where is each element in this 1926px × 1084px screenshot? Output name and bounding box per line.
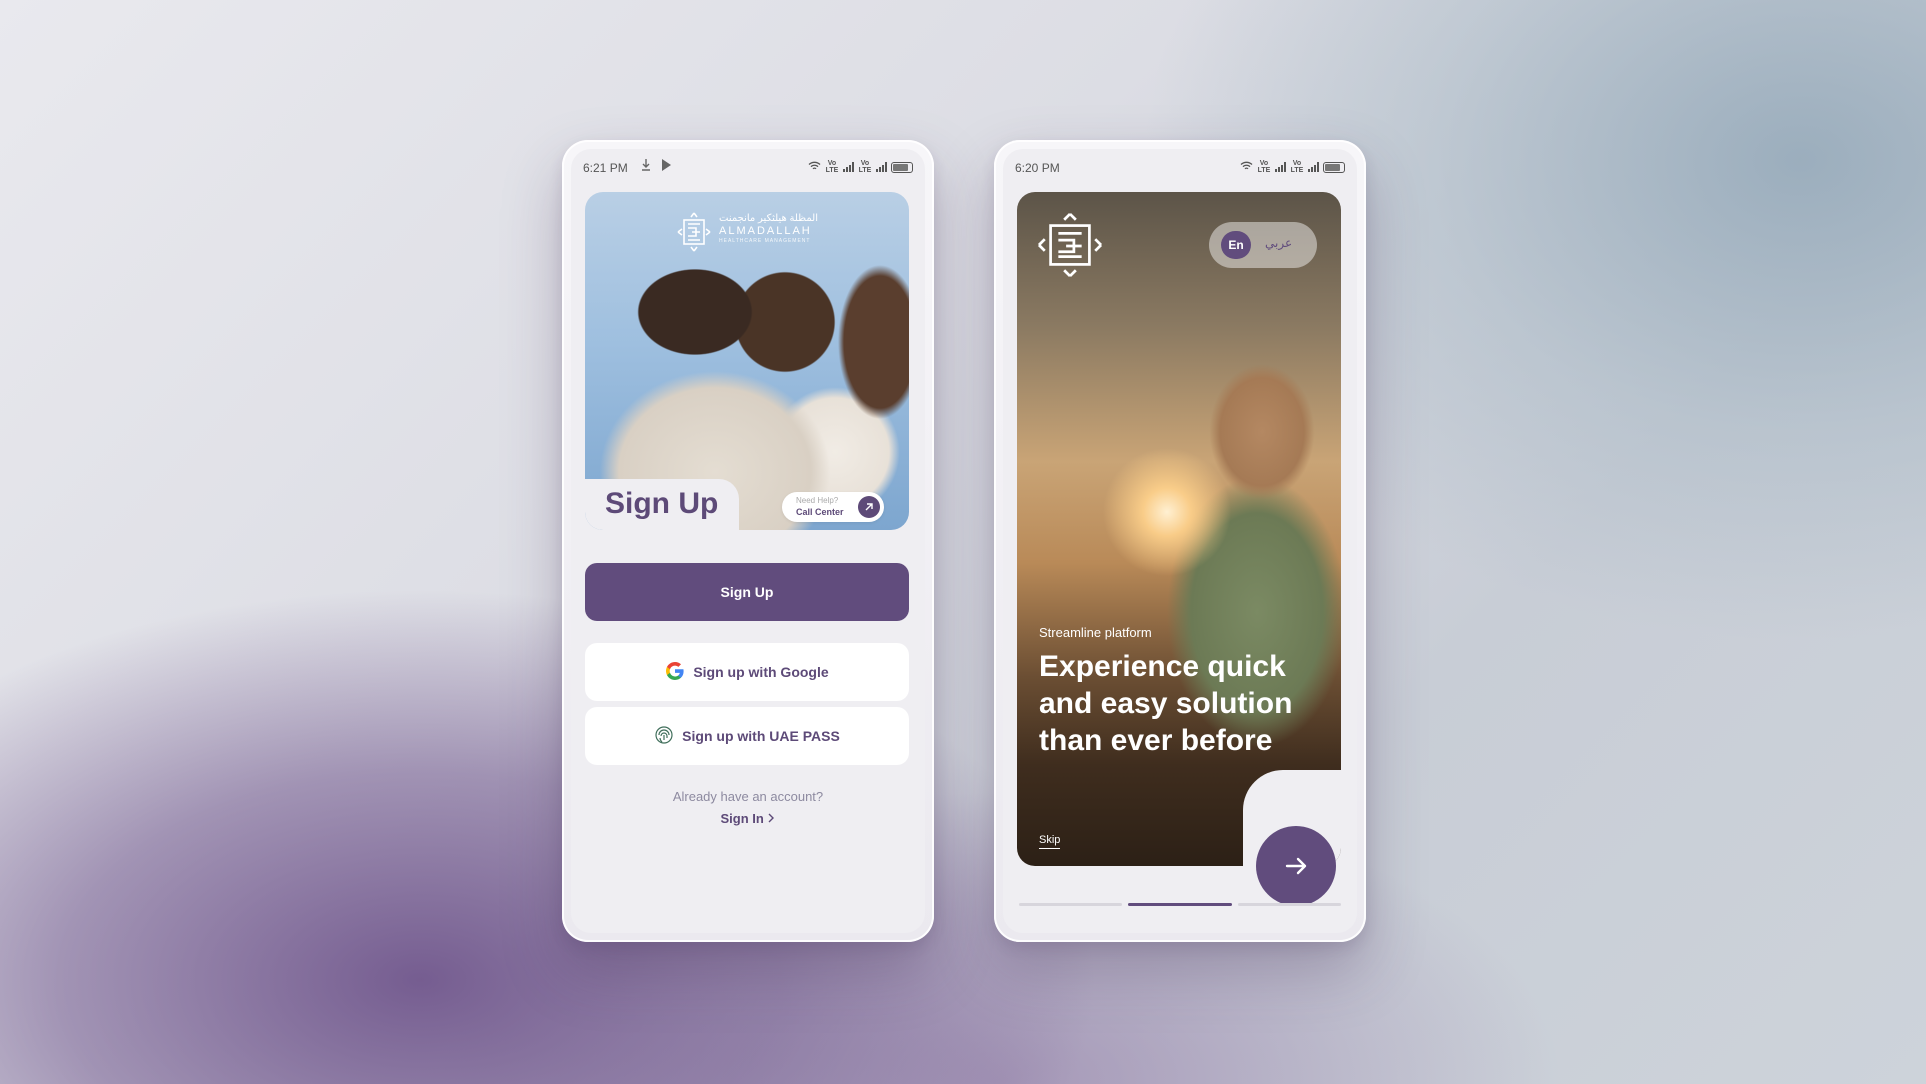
google-button-label: Sign up with Google (693, 664, 829, 680)
already-have-account-text: Already have an account? (672, 789, 824, 804)
language-ar-option[interactable]: عربي (1265, 236, 1292, 250)
language-toggle: En عربي (1209, 222, 1317, 268)
google-signup-button[interactable]: Sign up with Google (585, 643, 909, 701)
sign-up-button[interactable]: Sign Up (585, 563, 909, 621)
logo-mark-icon (677, 212, 711, 252)
status-bar: 6:20 PM Vo LTE Vo LTE (1003, 149, 1357, 185)
volte-icon: Vo LTE (825, 160, 839, 174)
phone-signup: 6:21 PM Vo LTE Vo LTE المظلة هيلثكير مان… (562, 140, 934, 942)
sign-in-label: Sign In (720, 811, 764, 826)
page-title: Sign Up (605, 487, 719, 520)
skip-button[interactable]: Skip (1039, 834, 1061, 849)
brand-name-arabic: المظلة هيلثكير مانجمنت (719, 213, 818, 224)
phone-onboarding: 6:20 PM Vo LTE Vo LTE En عربي Streamline… (994, 140, 1366, 942)
arrow-up-right-icon (858, 496, 880, 518)
uae-pass-button-label: Sign up with UAE PASS (682, 728, 840, 744)
uae-pass-signup-button[interactable]: Sign up with UAE PASS (585, 707, 909, 765)
volte-icon: Vo LTE (1257, 160, 1271, 174)
onboarding-headline: Experience quick and easy solution than … (1039, 650, 1293, 757)
battery-icon (891, 161, 913, 173)
play-store-icon (661, 159, 672, 174)
onboarding-progress (1019, 903, 1341, 906)
fingerprint-icon (654, 725, 674, 748)
volte-icon: Vo LTE (1290, 160, 1304, 174)
chevron-right-icon (767, 811, 775, 826)
next-button[interactable] (1256, 826, 1336, 906)
google-icon (665, 661, 685, 684)
progress-step (1237, 903, 1341, 906)
call-center-button[interactable]: Need Help? Call Center (782, 492, 884, 522)
help-label: Need Help? (796, 496, 839, 505)
progress-step-active (1128, 903, 1232, 906)
status-time: 6:21 PM (583, 161, 628, 175)
background (0, 0, 1926, 1084)
onboarding-kicker: Streamline platform (1039, 625, 1152, 640)
brand-name: ALMADALLAH (719, 225, 812, 237)
onboarding-screen: 6:20 PM Vo LTE Vo LTE En عربي Streamline… (1003, 149, 1357, 933)
status-time: 6:20 PM (1015, 161, 1060, 175)
signal-icon (843, 162, 854, 172)
signal-icon (1275, 162, 1286, 172)
sign-in-link[interactable]: Sign In (571, 811, 925, 826)
hero-child-sunset-photo: En عربي Streamline platform Experience q… (1017, 192, 1341, 866)
logo-mark-icon (1037, 212, 1103, 283)
wifi-icon (1240, 160, 1253, 174)
signal-icon (876, 162, 887, 172)
battery-icon (1323, 161, 1345, 173)
hero-family-photo: المظلة هيلثكير مانجمنت ALMADALLAH HEALTH… (585, 192, 909, 530)
status-bar: 6:21 PM Vo LTE Vo LTE (571, 149, 925, 185)
language-en-option[interactable]: En (1221, 231, 1251, 259)
brand-tagline: HEALTHCARE MANAGEMENT (719, 238, 811, 244)
volte-icon: Vo LTE (858, 160, 872, 174)
signup-screen: 6:21 PM Vo LTE Vo LTE المظلة هيلثكير مان… (571, 149, 925, 933)
arrow-right-icon (1256, 857, 1336, 910)
call-center-label: Call Center (796, 507, 844, 517)
signal-icon (1308, 162, 1319, 172)
download-icon (641, 159, 651, 174)
wifi-icon (808, 160, 821, 174)
progress-step (1019, 903, 1123, 906)
brand-logo: المظلة هيلثكير مانجمنت ALMADALLAH HEALTH… (677, 212, 818, 252)
